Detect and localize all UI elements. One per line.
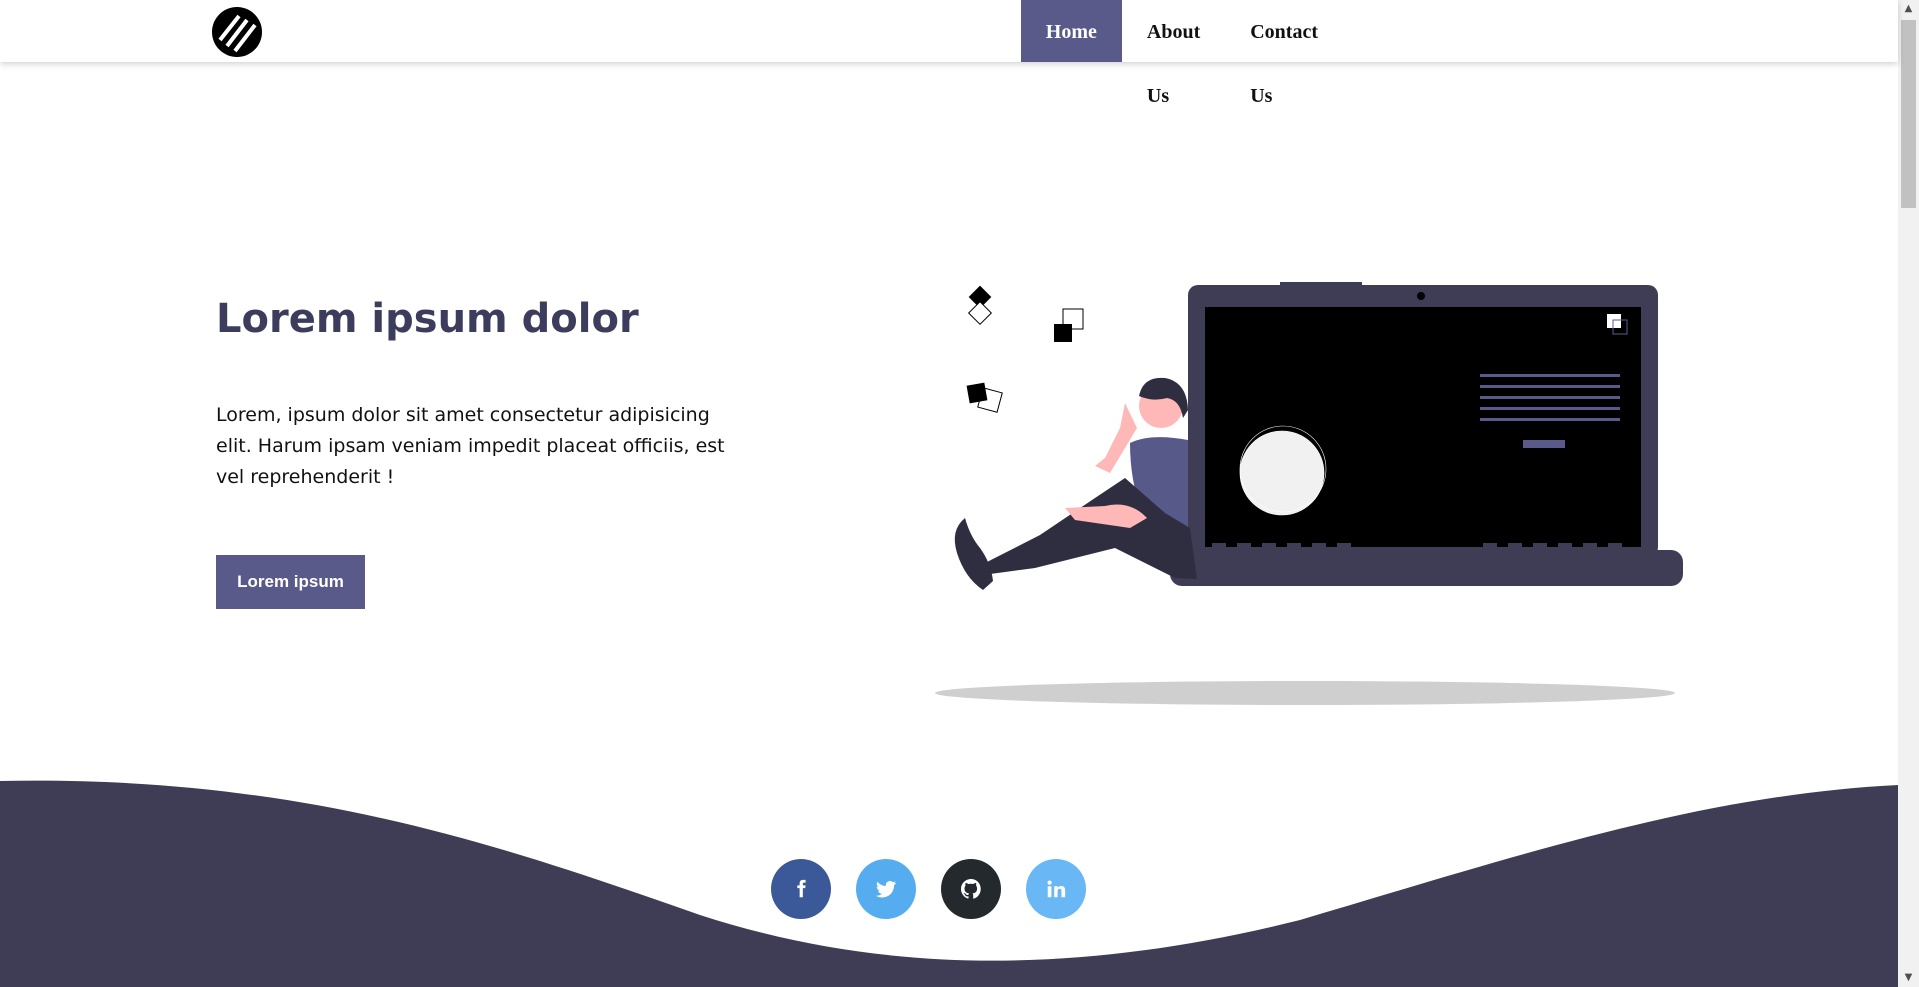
scroll-down-icon[interactable]: ▼ [1898, 969, 1919, 987]
linkedin-button[interactable] [1026, 859, 1086, 919]
site-header: Home About Us Contact Us [0, 0, 1898, 107]
facebook-button[interactable] [771, 859, 831, 919]
person-graphic [954, 377, 1197, 590]
linkedin-icon [1047, 880, 1066, 898]
social-links [771, 859, 1086, 919]
scroll-up-icon[interactable]: ▲ [1898, 0, 1919, 18]
page-scrollbar[interactable]: ▲ ▼ [1898, 0, 1919, 987]
hero-title: Lorem ipsum dolor [216, 296, 639, 342]
twitter-button[interactable] [856, 859, 916, 919]
github-icon [961, 879, 981, 899]
nav-home[interactable]: Home [1020, 0, 1122, 62]
main-nav: Home About Us Contact Us [1020, 0, 1343, 107]
hero-description: Lorem, ipsum dolor sit amet consectetur … [216, 404, 725, 488]
hero-illustration [935, 282, 1683, 705]
twitter-icon [876, 881, 896, 898]
laptop-graphic [1170, 282, 1683, 586]
facebook-icon [797, 879, 806, 898]
logo-icon[interactable] [211, 6, 263, 58]
github-button[interactable] [941, 859, 1001, 919]
nav-about-us[interactable]: About Us [1122, 0, 1225, 107]
floating-squares-decoration [966, 285, 1084, 413]
scrollbar-thumb[interactable] [1901, 20, 1916, 208]
nav-contact-us[interactable]: Contact Us [1225, 0, 1343, 107]
hero-cta-button[interactable]: Lorem ipsum [216, 555, 365, 609]
